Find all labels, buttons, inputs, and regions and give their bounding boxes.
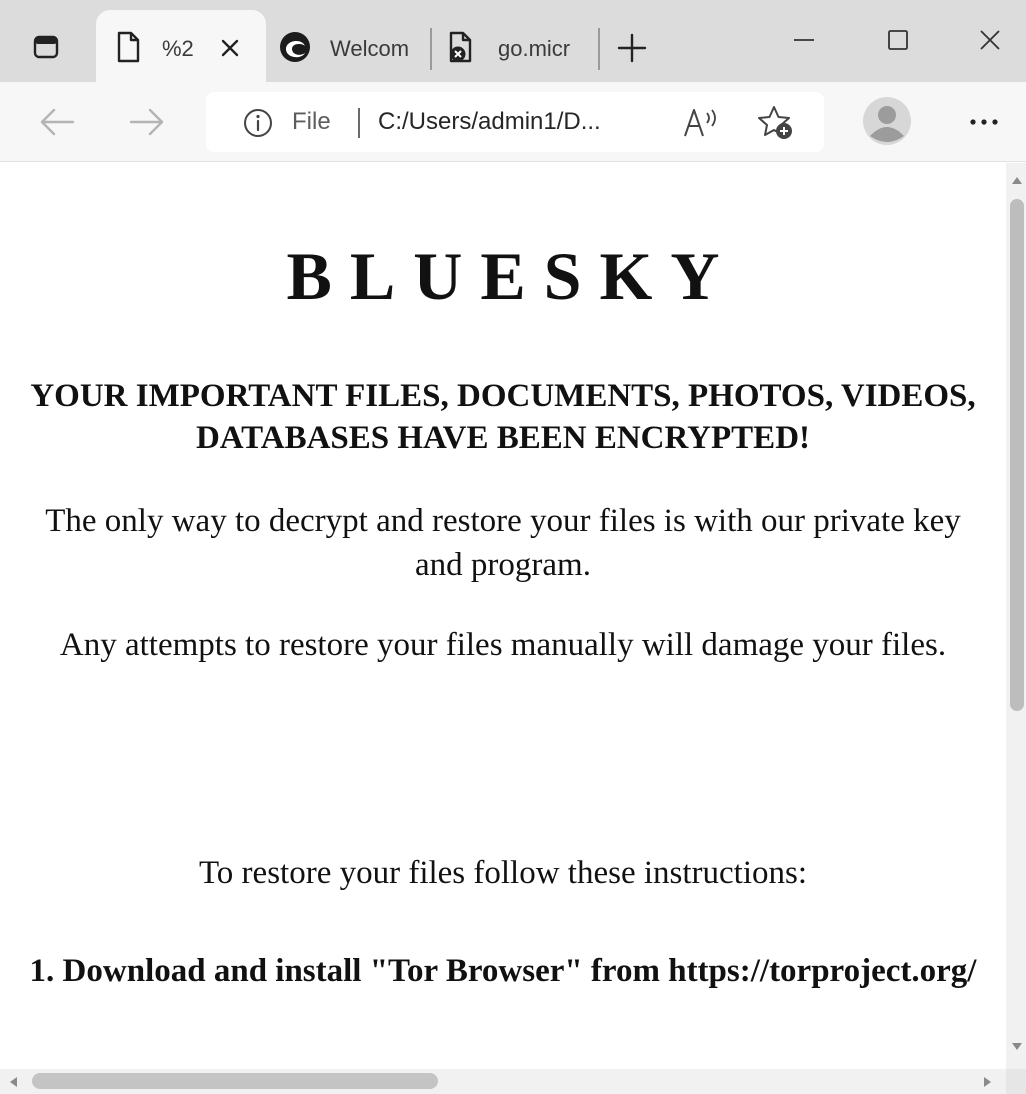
vertical-scroll-thumb[interactable] [1010, 199, 1024, 711]
tab-go-microsoft[interactable]: go.micr [446, 10, 596, 82]
back-button[interactable] [32, 98, 82, 146]
paragraph-warning: Any attempts to restore your files manua… [59, 627, 947, 663]
tab-close-button[interactable] [214, 32, 246, 64]
minimize-icon [794, 39, 814, 41]
arrow-right-icon [129, 108, 164, 136]
read-aloud-icon[interactable] [682, 106, 722, 140]
page-title: BLUESKY [286, 238, 738, 314]
profile-icon[interactable] [862, 96, 912, 146]
more-icon [970, 119, 998, 125]
scroll-down-icon[interactable] [1012, 1043, 1022, 1050]
arrow-left-icon [40, 108, 75, 136]
instruction-step-1: 1. Download and install "Tor Browser" fr… [29, 953, 977, 989]
blocked-page-icon [449, 31, 472, 63]
tab-title: go.micr [498, 36, 571, 61]
minimize-button[interactable] [772, 14, 836, 66]
scroll-up-icon[interactable] [1012, 177, 1022, 184]
star-add-icon[interactable] [756, 104, 796, 142]
info-icon [244, 109, 272, 137]
paragraph-decrypt: The only way to decrypt and restore your… [45, 503, 961, 583]
tab-separator [430, 28, 432, 70]
tab-strip: %2 Welcom go.micr [0, 0, 1026, 82]
plus-icon [617, 33, 647, 63]
page-viewport: BLUESKY YOUR IMPORTANT FILES, DOCUMENTS,… [0, 163, 1006, 1069]
tab-welcome[interactable]: Welcom [278, 10, 428, 82]
new-tab-button[interactable] [610, 26, 654, 70]
toolbar: File C:/Users/admin1/D... [0, 82, 1026, 162]
address-divider [358, 108, 360, 138]
close-window-button[interactable] [958, 14, 1022, 66]
paragraph-instructions: To restore your files follow these instr… [198, 855, 808, 891]
tab-actions-icon [33, 35, 59, 59]
scrollbar-corner [1006, 1069, 1026, 1094]
url-text[interactable]: C:/Users/admin1/D... [378, 108, 668, 136]
vertical-scrollbar[interactable] [1006, 163, 1026, 1069]
maximize-button[interactable] [866, 14, 930, 66]
tab-title: Welcom [330, 36, 410, 61]
tab-active[interactable]: %2 [96, 10, 266, 82]
scroll-left-icon[interactable] [10, 1077, 17, 1087]
address-bar[interactable]: File C:/Users/admin1/D... [206, 92, 824, 152]
more-button[interactable] [960, 102, 1008, 142]
page-icon [117, 31, 140, 63]
close-icon [221, 39, 239, 57]
edge-icon [280, 32, 310, 62]
tab-actions-button[interactable] [18, 24, 74, 70]
maximize-icon [888, 30, 908, 50]
horizontal-scrollbar[interactable] [0, 1069, 1006, 1094]
tab-title: %2 [162, 36, 194, 61]
tab-separator [598, 28, 600, 70]
ransom-headline: YOUR IMPORTANT FILES, DOCUMENTS, PHOTOS,… [30, 378, 976, 456]
scroll-right-icon[interactable] [984, 1077, 991, 1087]
forward-button[interactable] [122, 98, 172, 146]
close-icon [980, 30, 1000, 50]
horizontal-scroll-thumb[interactable] [32, 1073, 438, 1089]
scheme-label: File [292, 108, 331, 135]
